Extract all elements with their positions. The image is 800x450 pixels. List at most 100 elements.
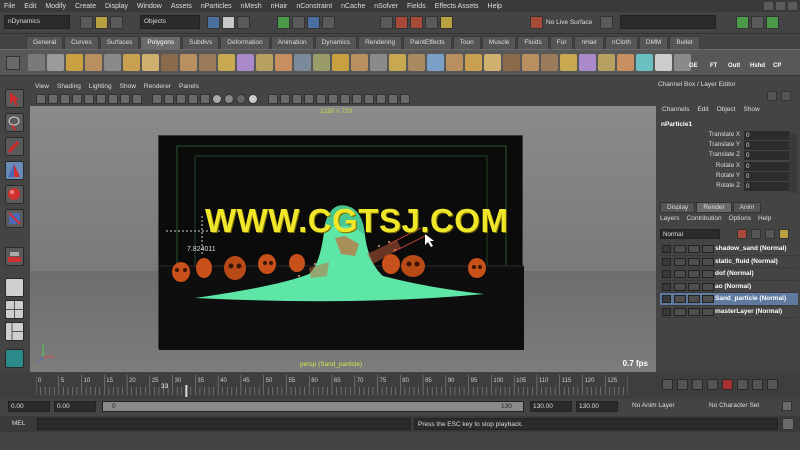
menu-effects-assets[interactable]: Effects Assets (435, 3, 479, 10)
viewport-tool-icon[interactable] (236, 94, 246, 104)
step-back-frame-icon[interactable] (692, 379, 703, 390)
new-layer-icon[interactable] (737, 229, 747, 239)
layer-shader-icon[interactable] (702, 307, 714, 316)
range-start-field[interactable]: 0.00 (54, 401, 96, 412)
shelf-tool-icon[interactable] (85, 54, 102, 71)
shelf-tab-ncloth[interactable]: nCloth (605, 36, 638, 49)
layer-menu-contribution[interactable]: Contribution (687, 215, 722, 222)
select-object-icon[interactable] (222, 16, 235, 29)
attribute-value[interactable]: 0 (744, 182, 790, 191)
show-channel-box-icon[interactable] (766, 16, 779, 29)
shelf-tool-icon[interactable] (370, 54, 387, 71)
attribute-row[interactable]: Translate Y 0 (660, 141, 790, 151)
selection-mode-dropdown[interactable]: Objects (140, 15, 200, 29)
viewport-tool-icon[interactable] (188, 94, 198, 104)
module-dropdown[interactable]: nDynamics (4, 15, 70, 29)
menu-ncache[interactable]: nCache (341, 3, 365, 10)
layer-menu-help[interactable]: Help (758, 215, 771, 222)
history-icon[interactable] (380, 16, 393, 29)
viewport-tool-icon[interactable] (224, 94, 234, 104)
command-input[interactable] (37, 418, 411, 430)
attribute-value[interactable]: 0 (744, 161, 790, 171)
render-view-icon[interactable] (765, 229, 775, 239)
layer-render-flag-icon[interactable] (674, 257, 686, 266)
layer-override-icon[interactable] (688, 295, 700, 303)
transform-icon[interactable] (600, 16, 613, 29)
viewport-menu-shading[interactable]: Shading (57, 83, 81, 90)
preferences-icon[interactable] (782, 401, 792, 411)
shelf-tab-muscle[interactable]: Muscle (481, 36, 517, 49)
select-tool-icon[interactable] (5, 89, 24, 108)
shelf-tab-surfaces[interactable]: Surfaces (99, 36, 140, 49)
layer-visibility-toggle[interactable] (662, 245, 671, 253)
render-settings-icon[interactable] (425, 16, 438, 29)
menu-modify[interactable]: Modify (45, 3, 66, 10)
channel-menu-show[interactable]: Show (743, 106, 759, 117)
layer-shader-icon[interactable] (702, 270, 714, 278)
shelf-tool-icon[interactable] (218, 54, 235, 71)
snap-surface-icon[interactable] (322, 16, 335, 29)
render-layer-row[interactable]: static_fluid (Normal) (660, 256, 798, 268)
shelf-tab-deformation[interactable]: Deformation (220, 36, 270, 49)
layer-render-flag-icon[interactable] (674, 245, 686, 253)
shelf-tool-icon[interactable] (237, 54, 254, 71)
ipr-render-icon[interactable] (410, 16, 423, 29)
render-icon[interactable] (395, 16, 408, 29)
shelf-tool-icon[interactable] (389, 54, 406, 71)
viewport-tool-icon[interactable] (364, 94, 374, 104)
script-editor-icon[interactable] (782, 418, 794, 430)
viewport-tool-icon[interactable] (48, 94, 58, 104)
shelf-label-cp[interactable]: CP (773, 63, 781, 69)
channel-menu-object[interactable]: Object (717, 106, 736, 117)
layer-visibility-toggle[interactable] (662, 282, 671, 291)
save-scene-icon[interactable] (110, 16, 123, 29)
shelf-tool-icon[interactable] (104, 54, 121, 71)
shelf-tab-curves[interactable]: Curves (64, 36, 99, 49)
viewport-tool-icon[interactable] (72, 94, 82, 104)
shelf-tool-icon[interactable] (275, 54, 292, 71)
layer-shader-icon[interactable] (702, 295, 714, 303)
layer-override-icon[interactable] (688, 257, 700, 266)
shelf-tool-icon[interactable] (522, 54, 539, 71)
layer-override-icon[interactable] (688, 282, 700, 291)
shelf-tool-icon[interactable] (484, 54, 501, 71)
four-view-icon[interactable] (5, 300, 24, 319)
step-forward-frame-icon[interactable] (737, 379, 748, 390)
attribute-value[interactable]: 0 (744, 151, 790, 161)
menu-nhair[interactable]: nHair (271, 3, 288, 10)
render-layer-row[interactable]: dof (Normal) (660, 268, 798, 281)
menu-assets[interactable]: Assets (171, 3, 192, 10)
viewport-tool-icon[interactable] (120, 94, 130, 104)
hypershade-layout-icon[interactable] (5, 349, 24, 368)
layer-visibility-toggle[interactable] (662, 270, 671, 278)
viewport-tool-icon[interactable] (152, 94, 162, 104)
lasso-tool-icon[interactable] (5, 113, 24, 132)
new-scene-icon[interactable] (80, 16, 93, 29)
viewport-tool-icon[interactable] (60, 94, 70, 104)
paint-tool-icon[interactable] (5, 137, 24, 156)
viewport-tool-icon[interactable] (176, 94, 186, 104)
viewport-tool-icon[interactable] (280, 94, 290, 104)
play-backwards-icon[interactable] (707, 379, 718, 390)
shelf-tab-fluids[interactable]: Fluids (517, 36, 549, 49)
stop-icon[interactable] (722, 379, 733, 390)
shelf-tool-icon[interactable] (655, 54, 672, 71)
attribute-value[interactable]: 0 (744, 131, 790, 140)
start-time-field[interactable]: 0.00 (8, 401, 50, 412)
range-end-field[interactable]: 130.00 (530, 401, 572, 412)
render-layer-row[interactable]: masterLayer (Normal) (660, 306, 798, 318)
show-tool-settings-icon[interactable] (751, 16, 764, 29)
layer-override-icon[interactable] (688, 270, 700, 278)
step-forward-key-icon[interactable] (752, 379, 763, 390)
viewport-tool-icon[interactable] (316, 94, 326, 104)
shelf-tool-icon[interactable] (560, 54, 577, 71)
menu-nmesh[interactable]: nMesh (241, 3, 262, 10)
layer-render-flag-icon[interactable] (674, 307, 686, 316)
shelf-tool-icon[interactable] (598, 54, 615, 71)
character-set-dropdown[interactable]: No Character Set (707, 401, 777, 412)
viewport-menu-show[interactable]: Show (120, 83, 136, 90)
shelf-tool-icon[interactable] (503, 54, 520, 71)
single-view-icon[interactable] (5, 278, 24, 297)
shelf-tool-icon[interactable] (47, 54, 64, 71)
shelf-tool-icon[interactable] (66, 54, 83, 71)
